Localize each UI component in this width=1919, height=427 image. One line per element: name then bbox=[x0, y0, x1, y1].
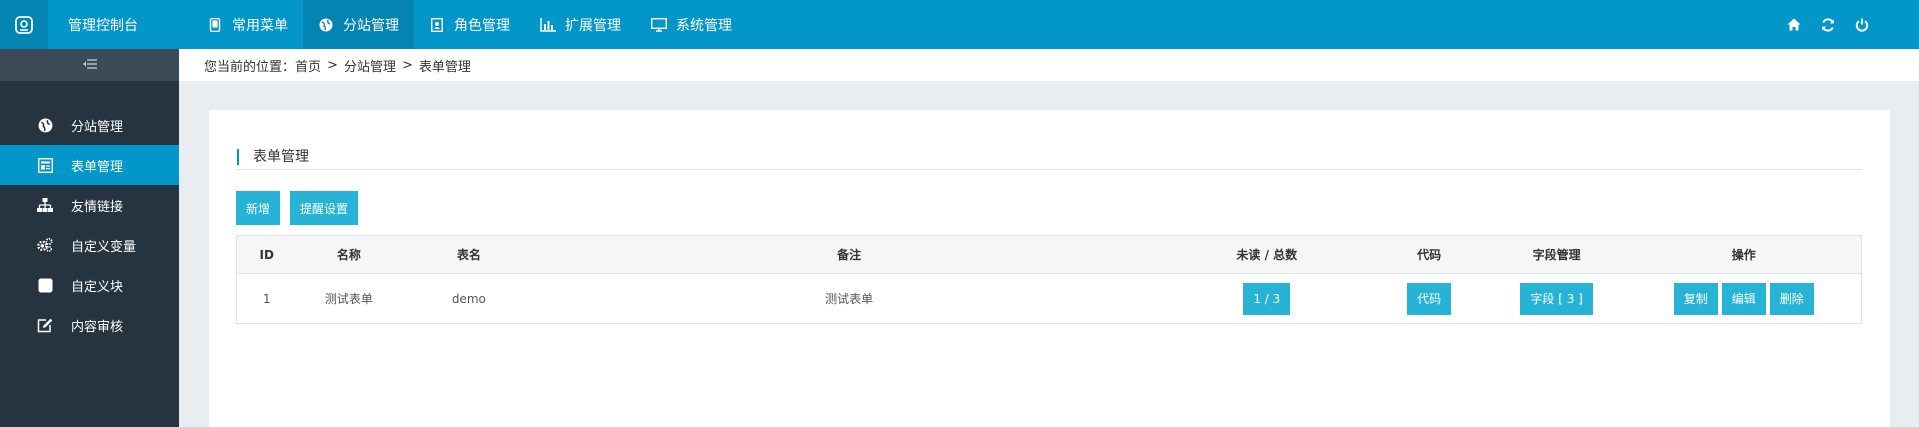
topnav-item-label: 角色管理 bbox=[454, 17, 510, 34]
breadcrumb: 您当前的位置： 首页 > 分站管理 > 表单管理 bbox=[179, 49, 1919, 81]
square-icon bbox=[37, 277, 53, 293]
cell-name: 测试表单 bbox=[296, 273, 402, 324]
cell-table: demo bbox=[401, 273, 537, 324]
sidebar-toggle[interactable] bbox=[0, 49, 179, 81]
sidebar-item-links[interactable]: 友情链接 bbox=[0, 185, 179, 225]
cell-id: 1 bbox=[236, 273, 297, 324]
top-bar: 管理控制台 常用菜单 分站管理 角色管理 扩展管理 系统管理 bbox=[0, 0, 1919, 49]
bar-chart-icon bbox=[540, 17, 556, 33]
refresh-icon[interactable] bbox=[1819, 16, 1837, 34]
cell-code: 代码 bbox=[1371, 273, 1487, 324]
menu-collapse-icon bbox=[82, 58, 97, 73]
breadcrumb-separator: > bbox=[401, 57, 413, 73]
topnav-item-extensions[interactable]: 扩展管理 bbox=[525, 0, 636, 49]
dashboard-logo-icon[interactable] bbox=[0, 0, 48, 49]
monitor-icon bbox=[651, 17, 667, 33]
globe-icon bbox=[37, 117, 53, 133]
sidebar-item-label: 自定义块 bbox=[71, 279, 124, 295]
sidebar-item-forms[interactable]: 表单管理 bbox=[0, 145, 179, 185]
cell-fields: 字段 [ 3 ] bbox=[1486, 273, 1627, 324]
cell-remark: 测试表单 bbox=[536, 273, 1162, 324]
col-header-id: ID bbox=[236, 235, 297, 274]
sidebar-item-label: 内容审核 bbox=[71, 319, 124, 335]
sidebar-item-label: 友情链接 bbox=[71, 199, 124, 215]
topnav-item-system[interactable]: 系统管理 bbox=[636, 0, 747, 49]
page-title: 表单管理 bbox=[237, 149, 1862, 165]
phone-icon bbox=[207, 17, 223, 33]
topnav-item-label: 系统管理 bbox=[676, 17, 732, 34]
top-nav: 常用菜单 分站管理 角色管理 扩展管理 系统管理 bbox=[192, 0, 747, 49]
power-icon[interactable] bbox=[1853, 16, 1871, 34]
breadcrumb-separator: > bbox=[327, 57, 338, 73]
delete-button[interactable]: 删除 bbox=[1769, 282, 1814, 315]
breadcrumb-home[interactable]: 首页 bbox=[295, 56, 321, 75]
add-button[interactable]: 新增 bbox=[236, 191, 280, 225]
edit-button[interactable]: 编辑 bbox=[1721, 282, 1766, 315]
sidebar-item-label: 分站管理 bbox=[71, 119, 124, 135]
topnav-item-substation[interactable]: 分站管理 bbox=[303, 0, 414, 49]
col-header-table: 表名 bbox=[401, 235, 537, 274]
app-title: 管理控制台 bbox=[68, 17, 138, 34]
topnav-item-roles[interactable]: 角色管理 bbox=[414, 0, 525, 49]
remind-settings-button[interactable]: 提醒设置 bbox=[290, 191, 358, 225]
cell-ops: 复制 编辑 删除 bbox=[1626, 273, 1862, 324]
col-header-code: 代码 bbox=[1371, 235, 1487, 274]
sidebar: 分站管理 表单管理 友情链接 自定义变量 自定义块 内容审核 bbox=[0, 49, 179, 427]
col-header-fields: 字段管理 bbox=[1486, 235, 1627, 274]
col-header-name: 名称 bbox=[296, 235, 402, 274]
breadcrumb-level1[interactable]: 分站管理 bbox=[344, 56, 396, 75]
topnav-item-common-menu[interactable]: 常用菜单 bbox=[192, 0, 303, 49]
form-icon bbox=[37, 157, 53, 173]
brand: 管理控制台 bbox=[0, 0, 179, 49]
sidebar-list: 分站管理 表单管理 友情链接 自定义变量 自定义块 内容审核 bbox=[0, 105, 179, 345]
edit-icon bbox=[37, 317, 53, 333]
copy-button[interactable]: 复制 bbox=[1673, 282, 1718, 315]
unread-count-button[interactable]: 1 / 3 bbox=[1243, 282, 1291, 315]
sidebar-item-label: 自定义变量 bbox=[71, 239, 137, 255]
col-header-unread: 未读 / 总数 bbox=[1161, 235, 1372, 274]
col-header-remark: 备注 bbox=[536, 235, 1162, 274]
cell-unread: 1 / 3 bbox=[1161, 273, 1372, 324]
sidebar-item-review[interactable]: 内容审核 bbox=[0, 305, 179, 345]
breadcrumb-level2: 表单管理 bbox=[418, 59, 471, 75]
col-header-ops: 操作 bbox=[1626, 235, 1862, 274]
panel-header: 表单管理 bbox=[237, 136, 1862, 170]
user-card-icon bbox=[429, 17, 445, 33]
top-right-tools bbox=[1785, 0, 1871, 49]
table-header-row: ID 名称 表名 备注 未读 / 总数 代码 字段管理 操作 bbox=[236, 235, 1862, 274]
topnav-item-label: 分站管理 bbox=[343, 17, 399, 34]
gears-icon bbox=[37, 237, 53, 253]
sidebar-item-blocks[interactable]: 自定义块 bbox=[0, 265, 179, 305]
main-panel: 表单管理 新增 提醒设置 ID 名称 表名 备注 未读 / 总数 代码 字段管理… bbox=[209, 110, 1890, 427]
sidebar-item-variables[interactable]: 自定义变量 bbox=[0, 225, 179, 265]
sidebar-item-label: 表单管理 bbox=[71, 159, 124, 175]
topnav-item-label: 扩展管理 bbox=[565, 17, 621, 34]
breadcrumb-prefix: 您当前的位置： bbox=[204, 59, 296, 75]
fields-button[interactable]: 字段 [ 3 ] bbox=[1520, 282, 1593, 315]
globe-icon bbox=[318, 17, 334, 33]
topnav-item-label: 常用菜单 bbox=[232, 17, 288, 34]
table-row: 1 测试表单 demo 测试表单 1 / 3 代码 字段 [ 3 ] 复制 编辑删… bbox=[236, 273, 1862, 324]
sidebar-item-substation[interactable]: 分站管理 bbox=[0, 105, 179, 145]
forms-table: ID 名称 表名 备注 未读 / 总数 代码 字段管理 操作 1 测试表单 de… bbox=[236, 235, 1862, 324]
sitemap-icon bbox=[37, 197, 53, 213]
home-icon[interactable] bbox=[1785, 16, 1803, 34]
code-button[interactable]: 代码 bbox=[1407, 282, 1452, 315]
